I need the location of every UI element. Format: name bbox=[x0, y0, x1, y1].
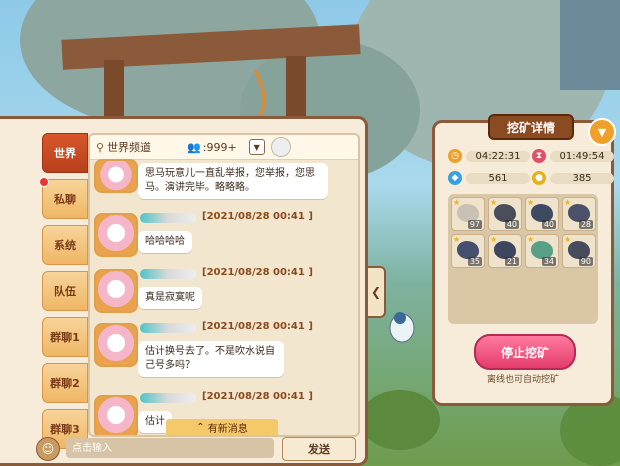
message-time: [2021/08/28 00:41 ] bbox=[202, 267, 313, 278]
timer-value: 04:22:31 bbox=[466, 150, 530, 162]
tab-group2[interactable]: 群聊2 bbox=[42, 363, 88, 403]
message-bubble: 思马玩意儿一直乱举报，您举报，您思马。演讲完毕。略略略。 bbox=[138, 163, 328, 199]
message-bubble: 哈哈哈哈 bbox=[138, 231, 192, 253]
channel-dropdown-button[interactable]: ▼ bbox=[248, 139, 265, 155]
chevron-up-icon: ⌃ bbox=[196, 421, 205, 433]
chat-input-row: ☺ 发送 bbox=[36, 437, 362, 461]
stop-mining-button[interactable]: 停止挖矿 bbox=[474, 334, 576, 370]
people-icon: 👥 bbox=[187, 140, 201, 154]
tab-system-label: 系统 bbox=[54, 239, 76, 252]
new-message-label: 有新消息 bbox=[207, 423, 248, 435]
ore-slot[interactable]: ★ 34 bbox=[525, 234, 559, 268]
tab-group1[interactable]: 群聊1 bbox=[42, 317, 88, 357]
tab-team[interactable]: 队伍 bbox=[42, 271, 88, 311]
avatar[interactable] bbox=[94, 213, 138, 257]
gem-icon: ◆ bbox=[448, 171, 462, 185]
clock-icon: ◷ bbox=[448, 149, 462, 163]
ore-quantity: 28 bbox=[578, 220, 593, 229]
chevron-left-icon: ❮ bbox=[370, 285, 382, 299]
ore-grid: ★ 97 ★ 40 ★ 40 ★ 28 ★ 35 ★ 21 ★ 34 ★ 90 bbox=[448, 194, 598, 324]
tab-group3-label: 群聊3 bbox=[50, 423, 80, 436]
tab-private[interactable]: 私聊 bbox=[39, 177, 88, 219]
mining-title: 挖矿详情 bbox=[488, 114, 574, 140]
gold-stat: ● 385 bbox=[532, 170, 614, 186]
list-item: [2021/08/28 00:41 ] 真是寂寞呢 bbox=[90, 267, 358, 325]
ore-quantity: 40 bbox=[541, 220, 556, 229]
avatar[interactable] bbox=[94, 323, 138, 367]
hourglass-value: 01:49:54 bbox=[550, 150, 614, 162]
timer-stat: ◷ 04:22:31 bbox=[448, 148, 530, 164]
message-time: [2021/08/28 00:41 ] bbox=[202, 211, 313, 222]
hourglass-icon: ⧗ bbox=[532, 149, 546, 163]
ore-slot[interactable]: ★ 97 bbox=[451, 197, 485, 231]
channel-name: 世界频道 bbox=[107, 141, 152, 154]
channel-bar: ⚲ 世界频道 👥:999+ ▼ bbox=[90, 135, 358, 160]
hourglass-stat: ⧗ 01:49:54 bbox=[532, 148, 614, 164]
tab-team-label: 队伍 bbox=[54, 285, 76, 298]
ore-quantity: 97 bbox=[467, 220, 482, 229]
online-count-value: :999+ bbox=[202, 140, 237, 154]
chat-input[interactable] bbox=[66, 438, 274, 458]
gold-value: 385 bbox=[550, 172, 614, 184]
avatar[interactable] bbox=[94, 269, 138, 313]
ore-slot[interactable]: ★ 21 bbox=[488, 234, 522, 268]
ore-quantity: 35 bbox=[467, 257, 482, 266]
collapse-chat-button[interactable]: ❮ bbox=[368, 266, 386, 318]
tab-world[interactable]: 世界 bbox=[42, 133, 88, 173]
tab-system[interactable]: 系统 bbox=[42, 225, 88, 265]
send-button[interactable]: 发送 bbox=[282, 437, 356, 461]
ore-quantity: 90 bbox=[578, 257, 593, 266]
avatar[interactable] bbox=[94, 159, 138, 193]
ore-slot[interactable]: ★ 40 bbox=[488, 197, 522, 231]
chat-panel: 世界 私聊 系统 队伍 群聊1 群聊2 群聊3 ⚲ 世界频道 👥:999+ ▼ … bbox=[0, 116, 368, 466]
tab-world-label: 世界 bbox=[54, 147, 76, 160]
notification-dot bbox=[39, 177, 49, 187]
new-message-button[interactable]: ⌃ 有新消息 bbox=[166, 419, 278, 435]
offline-note: 离线也可自动挖矿 bbox=[486, 375, 559, 385]
online-count: 👥:999+ bbox=[187, 141, 237, 154]
ore-quantity: 40 bbox=[504, 220, 519, 229]
sender-name bbox=[140, 323, 196, 333]
ore-quantity: 34 bbox=[541, 257, 556, 266]
list-item: 思马玩意儿一直乱举报，您举报，您思马。演讲完毕。略略略。 bbox=[90, 159, 358, 201]
list-item: [2021/08/28 00:41 ] 估计换号去了。不是吹水说自己号多吗？ bbox=[90, 321, 358, 393]
ore-slot[interactable]: ★ 35 bbox=[451, 234, 485, 268]
gold-icon: ● bbox=[532, 171, 546, 185]
gem-stat: ◆ 561 bbox=[448, 170, 530, 186]
sender-name bbox=[140, 393, 196, 403]
ore-slot[interactable]: ★ 40 bbox=[525, 197, 559, 231]
tab-group2-label: 群聊2 bbox=[50, 377, 80, 390]
ore-quantity: 21 bbox=[504, 257, 519, 266]
tab-group1-label: 群聊1 bbox=[50, 331, 80, 344]
sender-name bbox=[140, 269, 196, 279]
chevron-down-icon[interactable]: ▼ bbox=[588, 118, 616, 146]
message-bubble: 估计换号去了。不是吹水说自己号多吗？ bbox=[138, 341, 284, 377]
location-pin-icon: ⚲ bbox=[96, 140, 105, 154]
gem-value: 561 bbox=[466, 172, 530, 184]
message-time: [2021/08/28 00:41 ] bbox=[202, 321, 313, 332]
list-item: [2021/08/28 00:41 ] 哈哈哈哈 bbox=[90, 211, 358, 269]
emoji-icon[interactable]: ☺ bbox=[36, 437, 60, 461]
avatar[interactable] bbox=[94, 395, 138, 435]
chat-message-area[interactable]: ⚲ 世界频道 👥:999+ ▼ 思马玩意儿一直乱举报，您举报，您思马。演讲完毕。… bbox=[88, 133, 360, 437]
ore-slot[interactable]: ★ 28 bbox=[562, 197, 596, 231]
message-bubble: 真是寂寞呢 bbox=[138, 287, 202, 309]
message-time: [2021/08/28 00:41 ] bbox=[202, 391, 313, 402]
tab-private-label: 私聊 bbox=[54, 193, 76, 206]
chat-tabs: 世界 私聊 系统 队伍 群聊1 群聊2 群聊3 bbox=[39, 133, 88, 455]
ore-slot[interactable]: ★ 90 bbox=[562, 234, 596, 268]
sender-name bbox=[140, 213, 196, 223]
avatar[interactable] bbox=[270, 137, 291, 157]
